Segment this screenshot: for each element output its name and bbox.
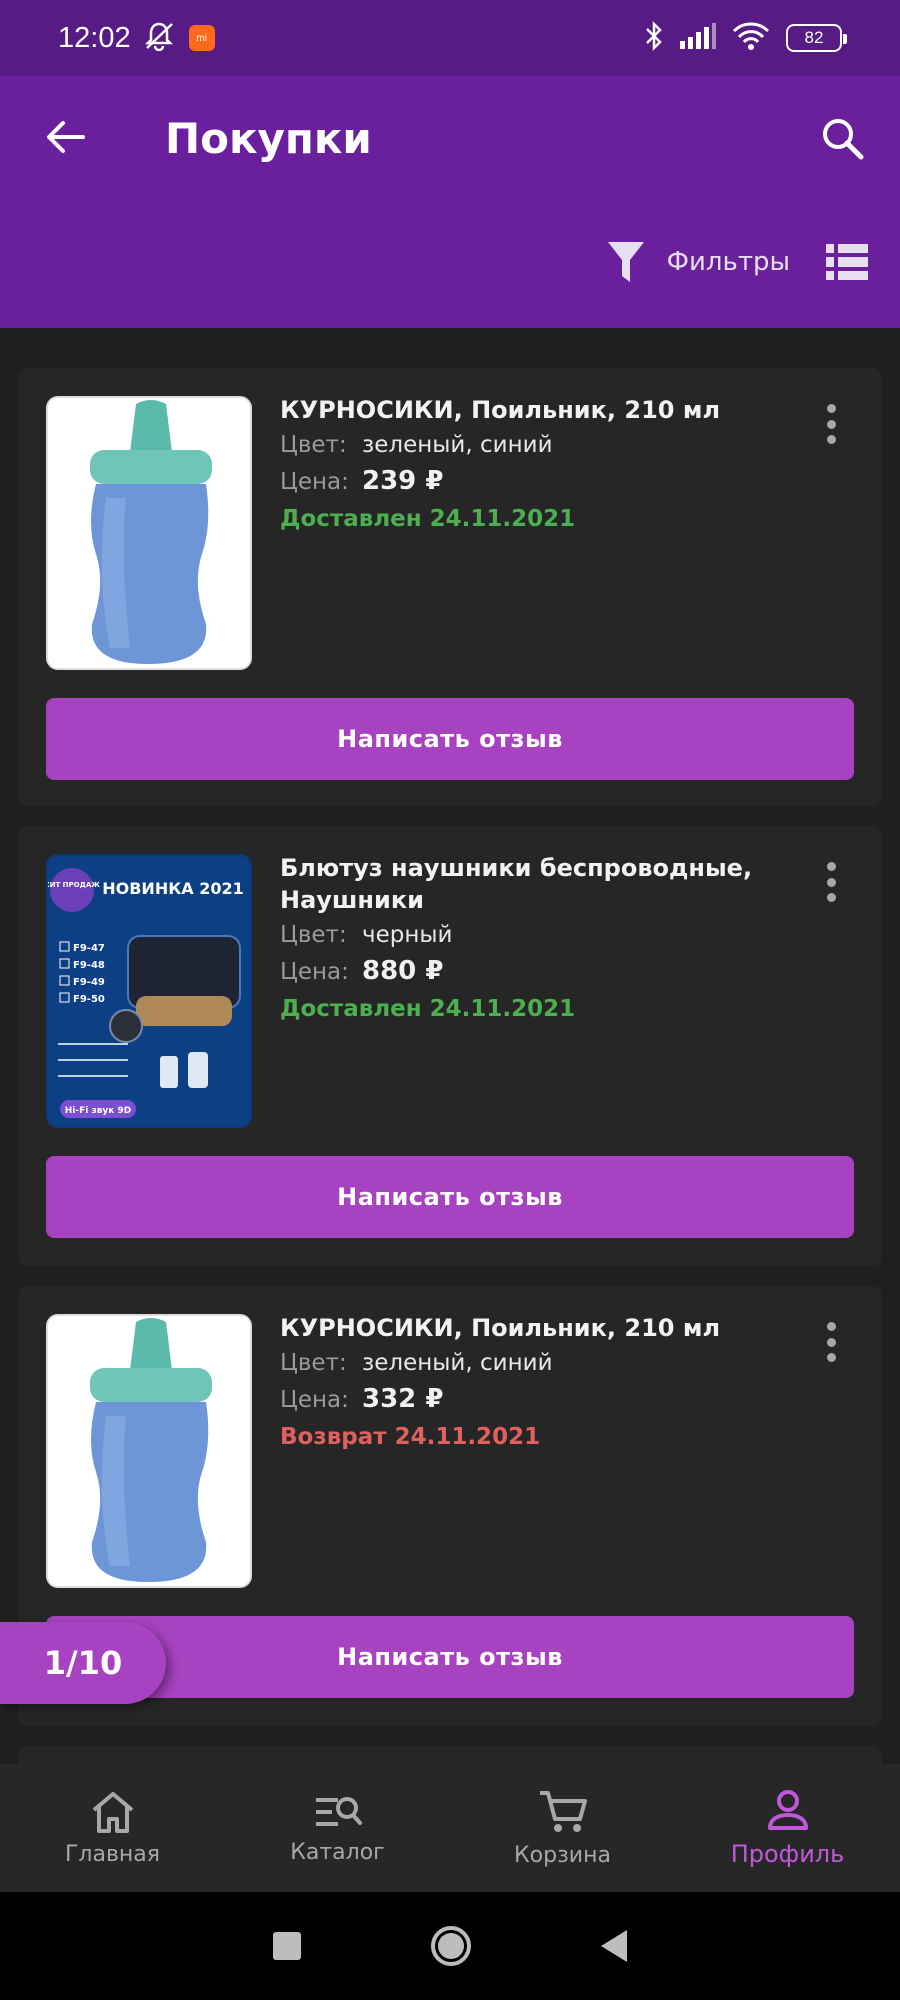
status-time: 12:02 xyxy=(58,21,131,54)
earbuds-promo-image: ХИТ ПРОДАЖ НОВИНКА 2021 F9-47 F9-48 F9-4… xyxy=(48,856,250,1126)
nav-profile-label: Профиль xyxy=(730,1840,845,1868)
product-image[interactable] xyxy=(46,1314,252,1588)
nav-cart-label: Корзина xyxy=(514,1842,611,1868)
model-text: F9-47 xyxy=(73,943,105,954)
page-title: Покупки xyxy=(165,114,372,163)
write-review-button[interactable]: Написать отзыв xyxy=(46,698,854,780)
back-button[interactable] xyxy=(40,112,90,162)
more-vert-icon xyxy=(826,404,836,413)
orders-list[interactable]: КУРНОСИКИ, Поильник, 210 мл Цвет: зелены… xyxy=(0,328,900,1764)
more-options-button[interactable] xyxy=(824,404,838,444)
sippy-cup-image xyxy=(48,1316,250,1586)
recents-icon[interactable] xyxy=(273,1932,301,1960)
nav-home-label: Главная xyxy=(64,1841,161,1867)
product-color: зеленый, синий xyxy=(362,1350,553,1376)
mute-notifications-icon xyxy=(143,21,175,55)
home-icon xyxy=(92,1791,133,1833)
cart-icon xyxy=(539,1790,587,1832)
wifi-icon xyxy=(732,22,770,54)
color-key: Цвет: xyxy=(280,922,347,948)
profile-icon xyxy=(767,1790,808,1830)
write-review-button[interactable]: Написать отзыв xyxy=(46,1156,854,1238)
filters-button[interactable]: Фильтры xyxy=(607,240,790,284)
order-status: Возврат 24.11.2021 xyxy=(280,1424,541,1450)
filters-label: Фильтры xyxy=(666,247,790,277)
order-card: ХИТ ПРОДАЖ НОВИНКА 2021 F9-47 F9-48 F9-4… xyxy=(18,826,882,1266)
nav-catalog-label: Каталог xyxy=(290,1839,385,1865)
nav-cart[interactable]: Корзина xyxy=(450,1764,675,1892)
order-status: Доставлен 24.11.2021 xyxy=(280,996,576,1022)
more-options-button[interactable] xyxy=(824,862,838,902)
product-image[interactable] xyxy=(46,396,252,670)
product-price: 880 ₽ xyxy=(362,956,444,986)
catalog-search-icon xyxy=(315,1796,362,1826)
arrow-left-icon xyxy=(47,121,85,153)
write-review-button[interactable]: Написать отзыв xyxy=(46,1616,854,1698)
search-button[interactable] xyxy=(816,112,868,164)
product-color: черный xyxy=(362,922,453,948)
product-image[interactable]: ХИТ ПРОДАЖ НОВИНКА 2021 F9-47 F9-48 F9-4… xyxy=(46,854,252,1128)
color-key: Цвет: xyxy=(280,432,347,458)
home-circle-icon[interactable] xyxy=(431,1926,471,1966)
more-options-button[interactable] xyxy=(824,1322,838,1362)
more-vert-icon xyxy=(826,862,836,871)
product-price: 332 ₽ xyxy=(362,1384,444,1414)
sippy-cup-image xyxy=(48,398,250,668)
price-key: Цена: xyxy=(280,959,349,985)
model-text: F9-50 xyxy=(73,994,105,1005)
product-color: зеленый, синий xyxy=(362,432,553,458)
badge-text: ХИТ ПРОДАЖ xyxy=(48,881,100,889)
search-icon xyxy=(823,119,864,160)
bottom-navigation: Главная Каталог Корзина Профиль xyxy=(0,1764,900,1892)
nav-catalog[interactable]: Каталог xyxy=(225,1764,450,1892)
order-status: Доставлен 24.11.2021 xyxy=(280,506,576,532)
color-key: Цвет: xyxy=(280,1350,347,1376)
filter-icon xyxy=(607,242,644,282)
product-name[interactable]: КУРНОСИКИ, Поильник, 210 мл xyxy=(280,1312,760,1344)
signal-icon xyxy=(680,23,716,53)
mi-app-icon: mi xyxy=(188,25,215,51)
list-view-icon xyxy=(826,244,868,280)
price-key: Цена: xyxy=(280,469,349,495)
headline-text: НОВИНКА 2021 xyxy=(102,879,244,898)
battery-icon: 82 xyxy=(786,24,847,52)
model-text: F9-48 xyxy=(73,960,105,971)
order-card xyxy=(18,1746,882,1764)
product-price: 239 ₽ xyxy=(362,466,444,496)
page-indicator: 1/10 xyxy=(0,1622,166,1704)
product-name[interactable]: Блютуз наушники беспроводные, Наушники xyxy=(280,852,760,916)
footer-text: Hi-Fi звук 9D xyxy=(65,1106,132,1116)
nav-home[interactable]: Главная xyxy=(0,1764,225,1892)
product-name[interactable]: КУРНОСИКИ, Поильник, 210 мл xyxy=(280,394,760,426)
nav-profile[interactable]: Профиль xyxy=(675,1764,900,1892)
order-card: КУРНОСИКИ, Поильник, 210 мл Цвет: зелены… xyxy=(18,368,882,806)
price-key: Цена: xyxy=(280,1387,349,1413)
app-bar: Покупки Фильтры xyxy=(0,76,900,328)
list-view-toggle[interactable] xyxy=(826,244,868,280)
back-triangle-icon[interactable] xyxy=(601,1930,627,1962)
more-vert-icon xyxy=(826,1322,836,1331)
status-bar: 12:02 mi 82 xyxy=(0,0,900,76)
bluetooth-icon xyxy=(644,20,664,55)
system-navigation xyxy=(0,1892,900,2000)
model-text: F9-49 xyxy=(73,977,105,988)
